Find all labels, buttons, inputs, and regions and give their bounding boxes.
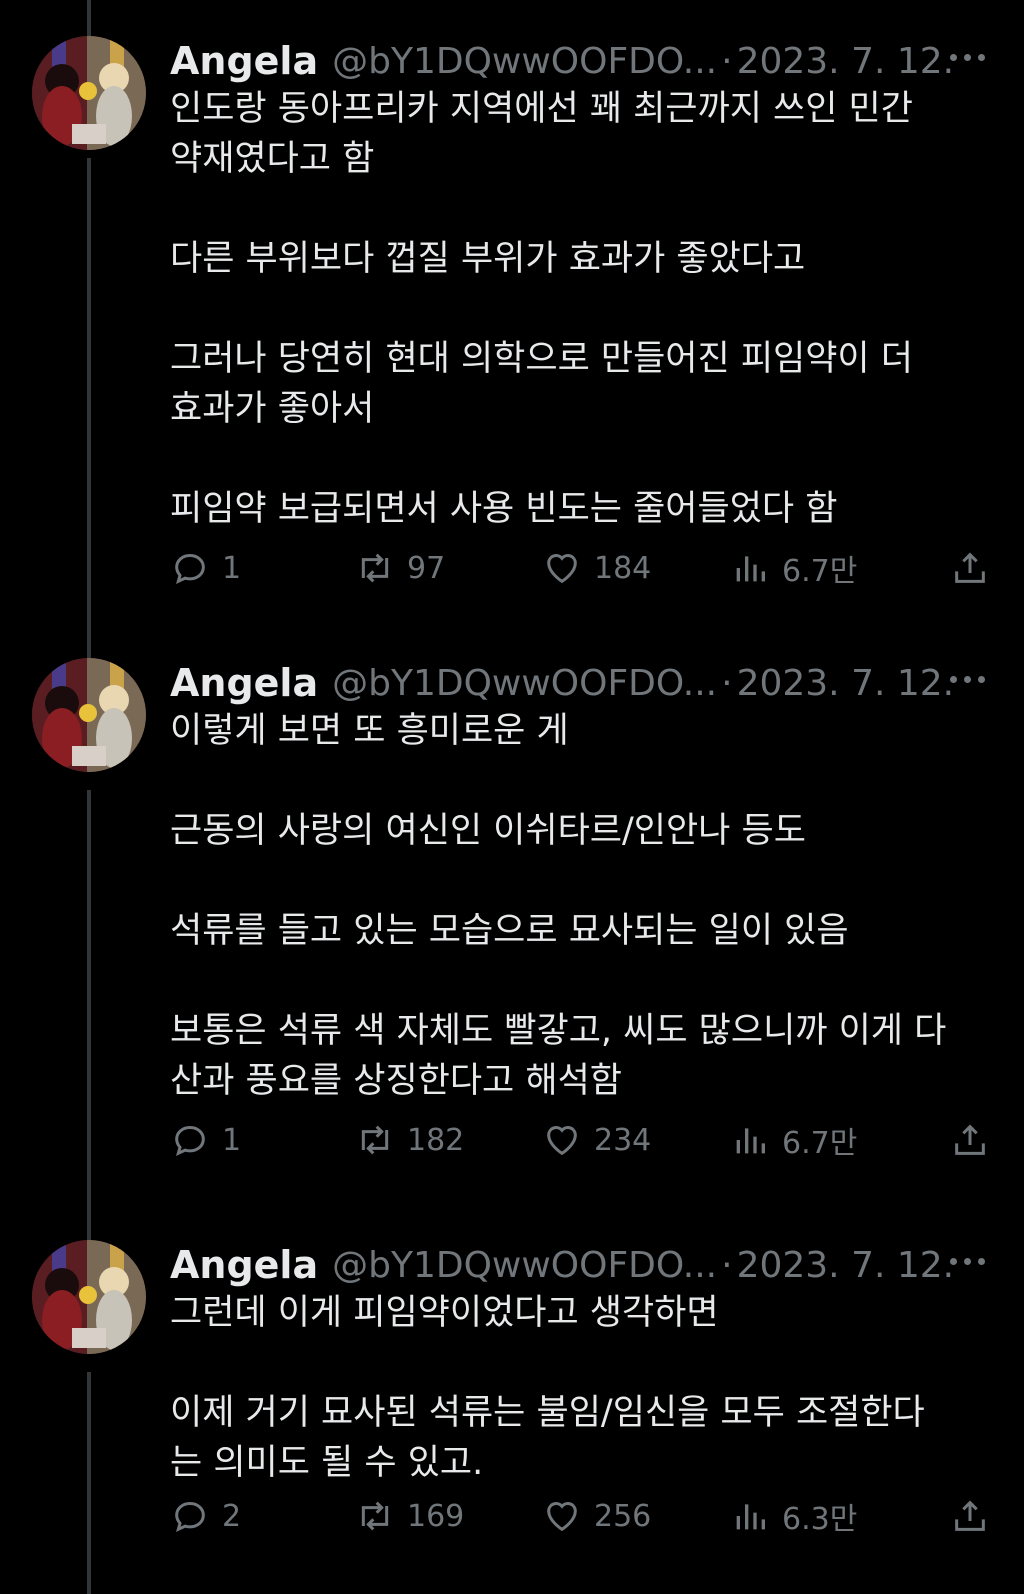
timestamp[interactable]: 2023. 7. 12. [737,41,955,82]
like-count: 256 [594,1498,652,1534]
like-count: 184 [594,550,652,586]
reply-button[interactable]: 1 [170,1116,241,1164]
share-button[interactable] [950,1492,990,1540]
tweet[interactable]: Angela @bY1DQwwOOFDO... · 2023. 7. 12. 그… [0,1240,1024,1594]
views-icon [736,1504,765,1530]
author-name[interactable]: Angela [170,1243,318,1287]
views-button[interactable]: 6.7만 [730,1116,857,1164]
share-icon [955,1500,985,1531]
retweet-count: 182 [407,1122,465,1158]
author-handle[interactable]: @bY1DQwwOOFDO... [332,41,717,82]
separator: · [721,1244,733,1286]
separator: · [721,662,733,704]
retweet-count: 97 [407,550,446,586]
reply-button[interactable]: 1 [170,544,241,592]
text-line [170,434,990,484]
text-line [170,856,990,906]
text-line: 그런데 이게 피임약이었다고 생각하면 [170,1293,719,1333]
text-line: 그러나 당연히 현대 의학으로 만들어진 피임약이 더 [170,339,913,379]
like-icon [547,1126,577,1156]
action-bar: 1 182 234 6.7만 [170,1116,990,1164]
view-count: 6.7만 [782,554,858,589]
retweet-icon [361,1501,389,1531]
retweet-button[interactable]: 169 [355,1492,464,1540]
views-button[interactable]: 6.3만 [730,1492,857,1540]
tweet[interactable]: Angela @bY1DQwwOOFDO... · 2023. 7. 12. 이… [0,658,1024,1218]
text-line: 석류를 들고 있는 모습으로 묘사되는 일이 있음 [170,911,849,951]
thread-line [87,0,91,36]
like-button[interactable]: 184 [542,544,651,592]
tweet-text: 그런데 이게 피임약이었다고 생각하면 이제 거기 묘사된 석류는 불임/임신을… [170,1288,990,1488]
text-line [170,756,990,806]
avatar[interactable] [32,658,146,772]
text-line [170,1338,990,1388]
text-line [170,956,990,1006]
author-name[interactable]: Angela [170,39,318,83]
retweet-count: 169 [407,1498,465,1534]
text-line: 다른 부위보다 껍질 부위가 효과가 좋았다고 [170,239,806,279]
text-line: 약재였다고 함 [170,139,375,179]
timestamp[interactable]: 2023. 7. 12. [737,663,955,704]
tweet-text: 인도랑 동아프리카 지역에선 꽤 최근까지 쓰인 민간 약재였다고 함 다른 부… [170,84,990,534]
share-icon [955,552,985,583]
retweet-icon [361,1125,389,1155]
avatar-image [32,36,146,150]
reply-count: 2 [222,1498,242,1534]
like-icon [547,1502,577,1532]
reply-count: 1 [222,1122,242,1158]
more-icon[interactable] [950,54,985,61]
action-bar: 1 97 184 6.7만 [170,544,990,592]
like-button[interactable]: 234 [542,1116,651,1164]
reply-icon [175,1125,205,1157]
retweet-button[interactable]: 182 [355,1116,464,1164]
reply-count: 1 [222,550,242,586]
share-icon [955,1124,985,1155]
text-line [170,284,990,334]
tweet-text: 이렇게 보면 또 흥미로운 게 근동의 사랑의 여신인 이쉬타르/인안나 등도 … [170,706,990,1106]
avatar-image [32,1240,146,1354]
retweet-icon [361,553,389,583]
views-button[interactable]: 6.7만 [730,544,857,592]
share-button[interactable] [950,1116,990,1164]
text-line: 는 의미도 될 수 있고. [170,1443,484,1483]
text-line [170,184,990,234]
like-count: 234 [594,1122,652,1158]
text-line: 이렇게 보면 또 흥미로운 게 [170,711,569,751]
avatar[interactable] [32,1240,146,1354]
reply-icon [175,553,205,585]
more-icon[interactable] [950,1258,985,1265]
share-button[interactable] [950,544,990,592]
text-line: 산과 풍요를 상징한다고 해석함 [170,1061,622,1101]
avatar-image [32,658,146,772]
action-bar: 2 169 256 6.3만 [170,1492,990,1540]
author-handle[interactable]: @bY1DQwwOOFDO... [332,1245,717,1286]
views-icon [736,1128,765,1154]
author-name[interactable]: Angela [170,661,318,705]
text-line: 효과가 좋아서 [170,389,375,429]
tweet[interactable]: Angela @bY1DQwwOOFDO... · 2023. 7. 12. 인… [0,36,1024,636]
more-icon[interactable] [950,676,985,683]
like-icon [547,554,577,584]
timestamp[interactable]: 2023. 7. 12. [737,1245,955,1286]
text-line: 근동의 사랑의 여신인 이쉬타르/인안나 등도 [170,811,806,851]
text-line: 보통은 석류 색 자체도 빨갛고, 씨도 많으니까 이게 다 [170,1011,947,1051]
text-line: 인도랑 동아프리카 지역에선 꽤 최근까지 쓰인 민간 [170,89,913,129]
view-count: 6.7만 [782,1126,858,1161]
views-icon [736,556,765,582]
retweet-button[interactable]: 97 [355,544,445,592]
reply-icon [175,1501,205,1533]
like-button[interactable]: 256 [542,1492,651,1540]
author-handle[interactable]: @bY1DQwwOOFDO... [332,663,717,704]
text-line: 이제 거기 묘사된 석류는 불임/임신을 모두 조절한다 [170,1393,925,1433]
text-line: 피임약 보급되면서 사용 빈도는 줄어들었다 함 [170,489,838,529]
separator: · [721,40,733,82]
avatar[interactable] [32,36,146,150]
view-count: 6.3만 [782,1502,858,1537]
reply-button[interactable]: 2 [170,1492,241,1540]
